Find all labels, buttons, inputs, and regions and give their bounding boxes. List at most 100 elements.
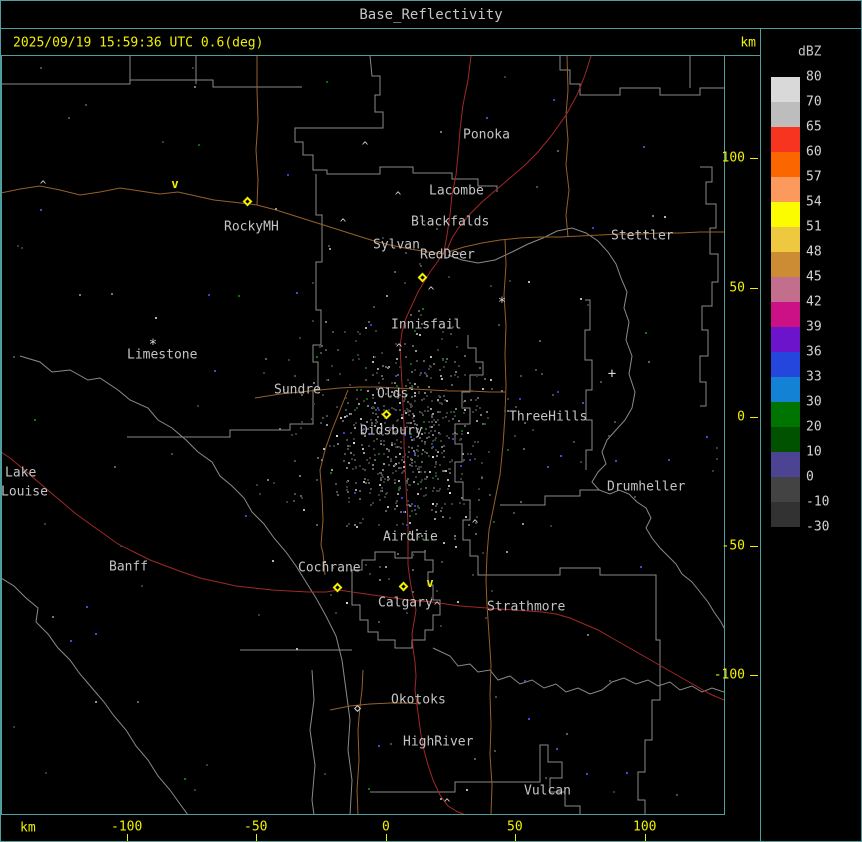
dbz-unit-label: dBZ [798, 44, 822, 60]
city-label-calgary: Calgary [378, 595, 433, 611]
right-axis-label: -100 [713, 667, 745, 683]
scale-tick-label: 57 [806, 169, 822, 185]
city-label-rockymh: RockyMH [224, 219, 279, 235]
bottom-axis-label: 0 [382, 819, 390, 835]
right-axis-tick [750, 158, 758, 159]
caret-icon: ^ [443, 796, 451, 810]
scale-block [771, 302, 800, 327]
caret-icon: ^ [361, 139, 369, 153]
scale-tick-label: 39 [806, 319, 822, 335]
scale-block [771, 127, 800, 152]
city-label-sundre: Sundre [274, 382, 321, 398]
scale-block [771, 327, 800, 352]
city-label-highriver: HighRiver [403, 734, 474, 750]
city-label-innisfail: Innisfail [391, 317, 462, 333]
city-label-reddeer: RedDeer [420, 247, 475, 263]
titlebar-bottom-border [0, 28, 862, 29]
scale-block [771, 427, 800, 452]
scale-tick-label: 42 [806, 294, 822, 310]
scale-block [771, 177, 800, 202]
scale-tick-label: 80 [806, 69, 822, 85]
scale-tick-label: 51 [806, 219, 822, 235]
right-axis-label: 0 [737, 409, 745, 425]
scale-tick-label: -10 [806, 494, 830, 510]
scale-tick-label: 60 [806, 144, 822, 160]
right-axis-tick [750, 288, 758, 289]
city-label-stettler: Stettler [611, 228, 674, 244]
city-label-didsbury: Didsbury [360, 423, 423, 439]
scale-tick-label: 20 [806, 419, 822, 435]
scale-block [771, 77, 800, 102]
bottom-axis-tick [645, 834, 646, 841]
scale-tick-label: -30 [806, 519, 830, 535]
city-label-limestone: Limestone [127, 347, 198, 363]
km-unit-bottom-left: km [20, 820, 36, 836]
scale-block [771, 477, 800, 502]
caret-icon: ^ [471, 517, 479, 531]
scale-tick-label: 33 [806, 369, 822, 385]
scale-block [771, 227, 800, 252]
scale-tick-label: 48 [806, 244, 822, 260]
caret-icon: ^ [395, 341, 403, 355]
scale-tick-label: 10 [806, 444, 822, 460]
bottom-axis-tick [127, 834, 128, 841]
scale-block [771, 277, 800, 302]
bottom-axis-tick [386, 834, 387, 841]
plus-icon: + [607, 366, 617, 382]
caret-icon: ^ [339, 216, 347, 230]
city-label-sylvan: Sylvan [373, 237, 420, 253]
city-label-strathmore: Strathmore [487, 599, 566, 615]
scale-block [771, 452, 800, 477]
scale-tick-label: 65 [806, 119, 822, 135]
right-axis-tick [750, 417, 758, 418]
scale-block [771, 252, 800, 277]
caret-icon: ^ [433, 599, 441, 613]
city-label-lacombe: Lacombe [429, 183, 484, 199]
panel-divider [760, 28, 761, 842]
scale-tick-label: 0 [806, 469, 814, 485]
city-label-drumheller: Drumheller [607, 479, 686, 495]
city-label-cochrane: Cochrane [298, 560, 361, 576]
scale-block [771, 202, 800, 227]
city-label-louise: Louise [1, 484, 48, 500]
scale-block [771, 402, 800, 427]
asterisk-icon: * [497, 295, 507, 311]
right-axis-tick [750, 675, 758, 676]
scale-tick-label: 54 [806, 194, 822, 210]
caret-icon: ^ [394, 189, 402, 203]
city-label-airdrie: Airdrie [383, 529, 438, 545]
wind-v-icon: v [426, 576, 434, 590]
city-label-olds: Olds [377, 386, 409, 402]
bottom-axis-tick [256, 834, 257, 841]
scale-tick-label: 45 [806, 269, 822, 285]
city-label-okotoks: Okotoks [391, 692, 446, 708]
scale-block [771, 102, 800, 127]
wind-v-icon: v [171, 177, 179, 191]
frame-top-border [0, 0, 862, 1]
bottom-axis-label: 50 [507, 819, 523, 835]
scale-block [771, 152, 800, 177]
city-label-lake: Lake [5, 465, 37, 481]
scale-block [771, 502, 800, 527]
right-axis-label: -50 [721, 538, 745, 554]
city-label-vulcan: Vulcan [524, 783, 571, 799]
scale-tick-label: 30 [806, 394, 822, 410]
scale-tick-label: 36 [806, 344, 822, 360]
right-axis-label: 100 [721, 150, 745, 166]
bottom-axis-label: 100 [633, 819, 657, 835]
scale-block [771, 377, 800, 402]
city-label-ponoka: Ponoka [463, 127, 510, 143]
scale-tick-label: 70 [806, 94, 822, 110]
bottom-axis-label: -50 [244, 819, 268, 835]
city-label-threehills: ThreeHills [509, 409, 588, 425]
city-label-banff: Banff [109, 559, 149, 575]
caret-icon: ^ [427, 284, 435, 298]
bottom-axis-label: -100 [111, 819, 143, 835]
bottom-axis-tick [515, 834, 516, 841]
city-label-blackfalds: Blackfalds [411, 214, 490, 230]
asterisk-icon: * [148, 337, 158, 353]
timestamp-label: 2025/09/19 15:59:36 UTC 0.6(deg) [13, 35, 264, 51]
km-unit-top-right: km [740, 35, 756, 51]
scale-block [771, 352, 800, 377]
right-axis-label: 50 [729, 280, 745, 296]
